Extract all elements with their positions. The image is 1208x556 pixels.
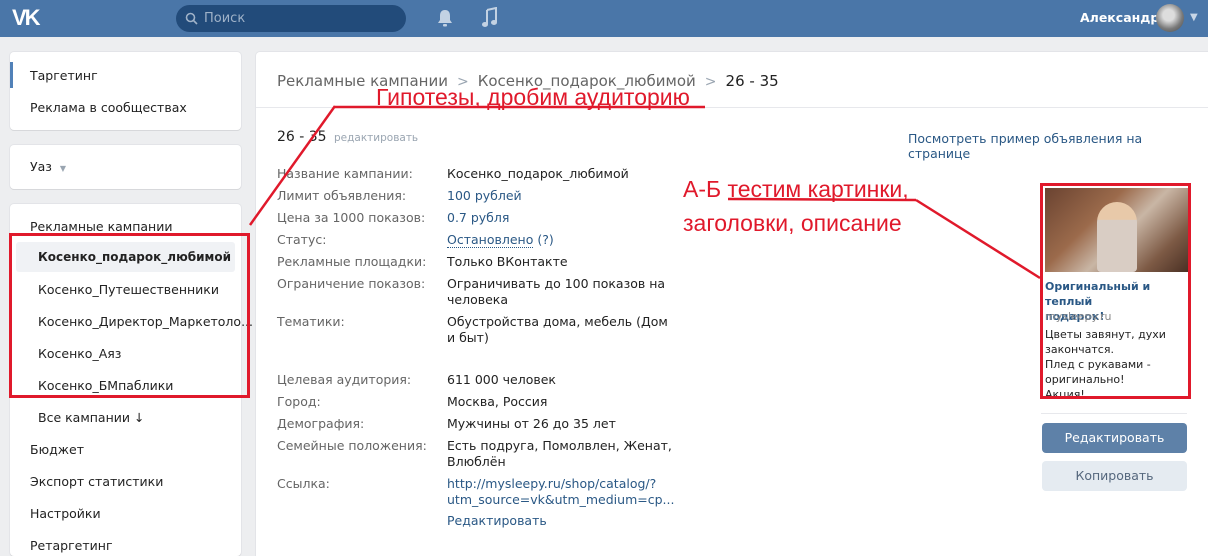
annotation-line (915, 198, 1041, 280)
annotation-line (248, 105, 337, 226)
annotation-arrows (248, 105, 1041, 280)
annotation-line (727, 197, 917, 202)
